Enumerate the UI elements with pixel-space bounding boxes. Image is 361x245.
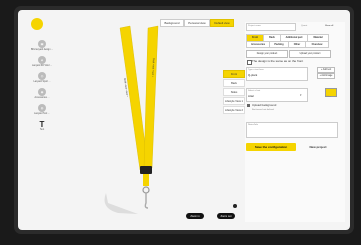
rail-item-6[interactable]: T Text [28, 119, 56, 132]
brand-logo [31, 18, 43, 30]
view-lifestyle-1[interactable]: Lifestyle View 1 [223, 97, 245, 105]
view-sides[interactable]: Sides [223, 88, 245, 96]
config-panel: Project name Quant. Show all Front Back … [245, 22, 345, 222]
strap-end [143, 174, 149, 186]
clip-icon: ◉ [38, 88, 46, 96]
upload-icon [247, 104, 250, 107]
lanyard-strap-right [143, 25, 159, 169]
color-label: Yellow [325, 96, 332, 98]
same-as-front-label: The design is the same as on the front [252, 59, 304, 63]
ptab-other[interactable]: Other [288, 40, 306, 48]
lanyard-strap-left [119, 25, 149, 171]
ptab-accessories[interactable]: Accessories [246, 40, 270, 48]
rail-item-4[interactable]: ◉ Accessories ... [28, 88, 56, 99]
ribbon-icon: ◎ [38, 72, 46, 80]
rail-item-label: Text [39, 129, 45, 131]
show-all-link[interactable]: Show all [325, 25, 333, 27]
text-field-label: Type a text here [248, 69, 264, 71]
project-name-label: Project name [248, 25, 261, 27]
app-window: Background Personal view Default view ▣ … [18, 10, 350, 230]
notes-field[interactable] [246, 122, 338, 138]
shadow-shape [104, 193, 138, 214]
qty-label: Quant. [301, 25, 308, 27]
clip-ring [142, 186, 150, 194]
background-hint: Backround not defined [252, 109, 274, 111]
zoom-in-label: Zoom in [190, 214, 200, 218]
design-product-button[interactable]: Design your product [246, 50, 288, 58]
clip-hook [144, 193, 149, 209]
view-back[interactable]: Back [223, 79, 245, 87]
upload-product-button[interactable]: Upload your product [289, 50, 331, 58]
add-image-button[interactable]: + Add image [317, 73, 335, 79]
tab-default-view[interactable]: Default view [210, 19, 234, 27]
rail-item-3[interactable]: ◎ Lanyard Sport ... [28, 72, 56, 83]
rail-item-label: Lanyard Text ... [34, 113, 50, 115]
chevron-down-icon: ▾ [300, 93, 302, 97]
view-lifestyle-2[interactable]: Lifestyle View 2 [223, 106, 245, 114]
lanyard-icon: ▣ [38, 40, 46, 48]
new-project-button[interactable]: New project [303, 143, 333, 151]
rail-item-label: Lanyard Sport ... [33, 81, 51, 83]
rail-item-2[interactable]: ◈ Lanyard 3D Vivid ... [28, 56, 56, 67]
T-icon: T [39, 119, 45, 129]
font-select-value: Arial [248, 94, 254, 98]
text-field-value: Q-plant [248, 73, 258, 77]
notes-label: Notes/Info [248, 124, 258, 126]
ptab-overview[interactable]: Overview [305, 40, 329, 48]
rail-item-1[interactable]: ▣ BIG lanyard design ... [28, 40, 56, 51]
cube-icon: ◈ [38, 56, 46, 64]
rail-item-5[interactable]: ◍ Lanyard Text ... [28, 104, 56, 115]
zoom-out-label: Zoom out [220, 214, 232, 218]
view-front[interactable]: Front [223, 70, 245, 78]
zoom-out-button[interactable]: Zoom out [217, 213, 235, 219]
buckle [140, 166, 152, 174]
text-icon: ◍ [38, 104, 46, 112]
rail-item-label: Lanyard 3D Vivid ... [31, 65, 52, 67]
upload-background-link[interactable]: Upload background [252, 104, 276, 107]
zoom-in-button[interactable]: Zoom in [186, 213, 204, 219]
save-configuration-button[interactable]: Save the configuration [246, 143, 296, 151]
font-select-label: Select a font [248, 90, 261, 92]
ptab-packing[interactable]: Packing [269, 40, 289, 48]
rail-item-label: BIG lanyard design ... [30, 49, 54, 51]
help-icon[interactable] [233, 204, 237, 208]
rail-item-label: Accessories ... [34, 97, 50, 99]
lanyard-preview: Draft • text • text • Draft • text • tex… [104, 25, 159, 214]
